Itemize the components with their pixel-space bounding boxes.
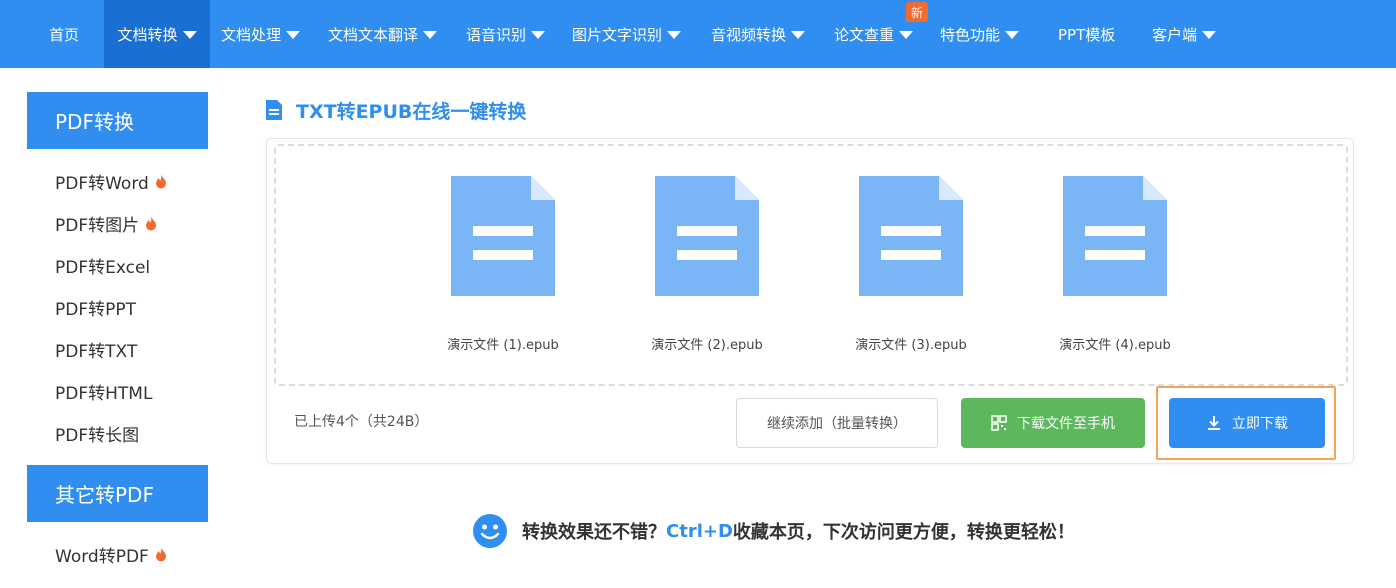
download-now-button[interactable]: 立即下载: [1169, 398, 1325, 448]
sidebar-item-label: Word转PDF: [55, 546, 149, 567]
fire-icon: [155, 173, 166, 188]
sidebar-item-pdf-word[interactable]: PDF转Word: [55, 168, 167, 194]
file-tile[interactable]: [1010, 174, 1220, 298]
tip-text: 转换效果还不错？: [522, 522, 666, 543]
nav-item-home[interactable]: 首页: [34, 0, 94, 68]
caret-down-icon: [1005, 31, 1020, 39]
sidebar-item-label: PDF转图片: [55, 215, 140, 236]
new-badge: 新: [906, 2, 928, 22]
caret-down-icon: [667, 31, 682, 39]
nav-item-label: 特色功能: [940, 25, 1001, 44]
sidebar-item-pdf-html[interactable]: PDF转HTML: [55, 378, 152, 404]
nav-item-label: 语音识别: [466, 25, 527, 44]
nav-item-doc-translate[interactable]: 文档文本翻译: [328, 0, 438, 68]
nav-item-label: 文档处理: [221, 25, 282, 44]
sidebar-item-pdf-longimage[interactable]: PDF转长图: [55, 420, 139, 446]
sidebar-item-label: PDF转HTML: [55, 383, 153, 404]
smile-icon: [473, 514, 507, 548]
file-name: 演示文件 (2).epub: [651, 338, 763, 353]
caret-down-icon: [791, 31, 806, 39]
caret-down-icon: [286, 31, 301, 39]
sidebar-item-label: PDF转Word: [55, 173, 149, 194]
caret-down-icon: [899, 31, 914, 39]
page-title: TXT转EPUB在线一键转换: [264, 96, 526, 124]
sidebar-section-to-pdf: 其它转PDF: [27, 465, 208, 522]
nav-item-label: 论文查重: [834, 25, 895, 44]
file-tile[interactable]: [806, 174, 1016, 298]
nav-item-ocr[interactable]: 图片文字识别: [572, 0, 682, 68]
tip-text: 收藏本页，下次访问更方便，转换更轻松！: [732, 522, 1075, 543]
sidebar-item-pdf-image[interactable]: PDF转图片: [55, 210, 157, 236]
tip-hotkey: Ctrl+D: [666, 520, 733, 542]
nav-item-label: 首页: [48, 25, 79, 44]
file-name: 演示文件 (1).epub: [447, 338, 559, 353]
download-to-phone-button[interactable]: 下载文件至手机: [961, 398, 1145, 448]
file-icon: [655, 176, 759, 296]
document-icon: [266, 100, 282, 120]
button-label: 立即下载: [1232, 416, 1288, 432]
nav-item-ppt[interactable]: PPT模板: [1058, 0, 1115, 68]
sidebar-item-label: PDF转Excel: [55, 257, 151, 278]
sidebar-item-label: PDF转PPT: [55, 299, 137, 320]
sidebar-item-pdf-excel[interactable]: PDF转Excel: [55, 252, 150, 278]
nav-item-plagiarism[interactable]: 论文查重: [834, 0, 914, 68]
caret-down-icon: [531, 31, 546, 39]
continue-add-button[interactable]: 继续添加（批量转换）: [736, 398, 938, 448]
nav-item-label: PPT模板: [1058, 25, 1116, 44]
button-label: 下载文件至手机: [1017, 416, 1115, 432]
nav-item-client[interactable]: 客户端: [1152, 0, 1217, 68]
sidebar-item-pdf-txt[interactable]: PDF转TXT: [55, 336, 137, 362]
nav-item-doc-convert[interactable]: 文档转换: [104, 0, 210, 68]
file-tile[interactable]: [398, 174, 608, 298]
sidebar-item-word-pdf[interactable]: Word转PDF: [55, 541, 167, 567]
nav-item-label: 文档文本翻译: [328, 25, 419, 44]
upload-status: 已上传4个（共24B）: [294, 414, 429, 430]
nav-item-label: 客户端: [1152, 25, 1198, 44]
file-tile[interactable]: [602, 174, 812, 298]
fire-icon: [155, 546, 166, 561]
top-nav-bar: 首页 文档转换 文档处理 文档文本翻译 语音识别 图片文字识别 音视频转换 论文…: [0, 0, 1396, 68]
caret-down-icon: [1202, 31, 1217, 39]
fire-icon: [146, 215, 157, 230]
bookmark-tip: 转换效果还不错？ Ctrl+D 收藏本页，下次访问更方便，转换更轻松！: [472, 512, 1075, 550]
file-icon: [859, 176, 963, 296]
qrcode-icon: [991, 415, 1007, 431]
nav-item-doc-process[interactable]: 文档处理: [221, 0, 301, 68]
sidebar-item-label: PDF转长图: [55, 425, 140, 446]
nav-item-av-convert[interactable]: 音视频转换: [711, 0, 806, 68]
file-name: 演示文件 (3).epub: [855, 338, 967, 353]
file-icon: [1063, 176, 1167, 296]
sidebar-section-pdf: PDF转换: [27, 92, 208, 149]
button-label: 继续添加（批量转换）: [767, 416, 907, 432]
file-name: 演示文件 (4).epub: [1059, 338, 1171, 353]
page-title-text: TXT转EPUB在线一键转换: [296, 100, 527, 123]
download-icon: [1208, 416, 1220, 430]
sidebar-item-label: PDF转TXT: [55, 341, 138, 362]
nav-item-speech[interactable]: 语音识别: [466, 0, 546, 68]
nav-item-label: 图片文字识别: [572, 25, 663, 44]
nav-item-features[interactable]: 特色功能: [940, 0, 1020, 68]
sidebar-item-pdf-ppt[interactable]: PDF转PPT: [55, 294, 136, 320]
caret-down-icon: [182, 31, 197, 39]
file-icon: [451, 176, 555, 296]
nav-item-label: 音视频转换: [711, 25, 787, 44]
caret-down-icon: [423, 31, 438, 39]
nav-item-label: 文档转换: [117, 25, 178, 44]
